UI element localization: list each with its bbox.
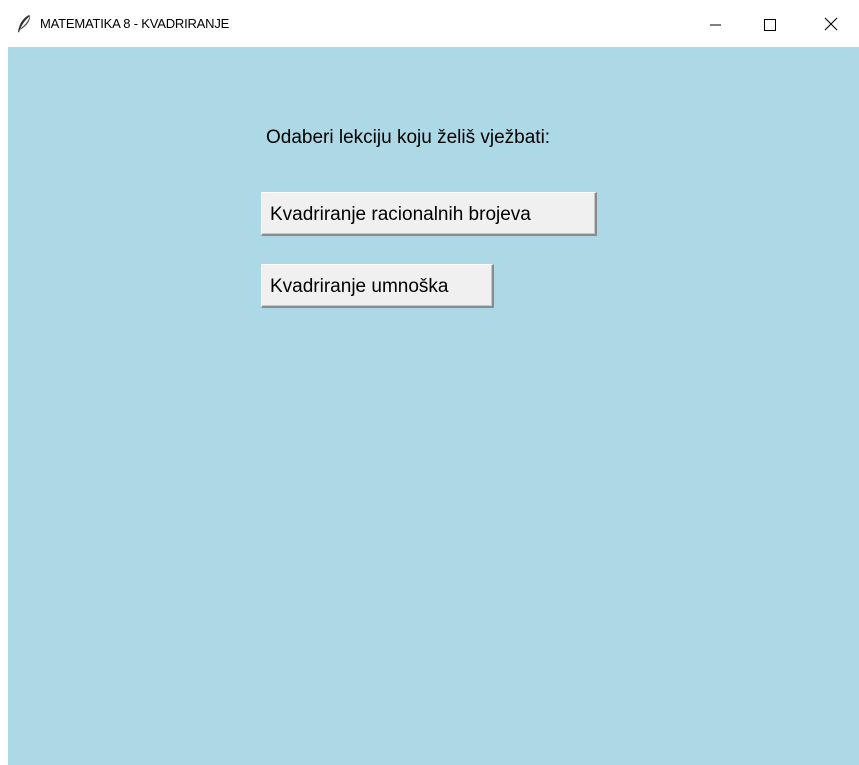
window-title: MATEMATIKA 8 - KVADRIRANJE (40, 16, 230, 31)
minimize-button[interactable] (692, 0, 738, 47)
app-window: MATEMATIKA 8 - KVADRIRANJE Odaberi lekci… (0, 0, 859, 765)
lesson-prompt-label: Odaberi lekciju koju želiš vježbati: (266, 127, 551, 148)
lesson-button-rational-squaring[interactable]: Kvadriranje racionalnih brojeva (261, 192, 597, 236)
close-button[interactable] (808, 0, 854, 47)
main-panel: Odaberi lekciju koju želiš vježbati: Kva… (8, 47, 859, 765)
lesson-button-product-squaring[interactable]: Kvadriranje umnoška (261, 264, 494, 308)
feather-icon (16, 14, 32, 34)
title-bar[interactable]: MATEMATIKA 8 - KVADRIRANJE (0, 0, 859, 47)
maximize-button[interactable] (746, 0, 792, 47)
